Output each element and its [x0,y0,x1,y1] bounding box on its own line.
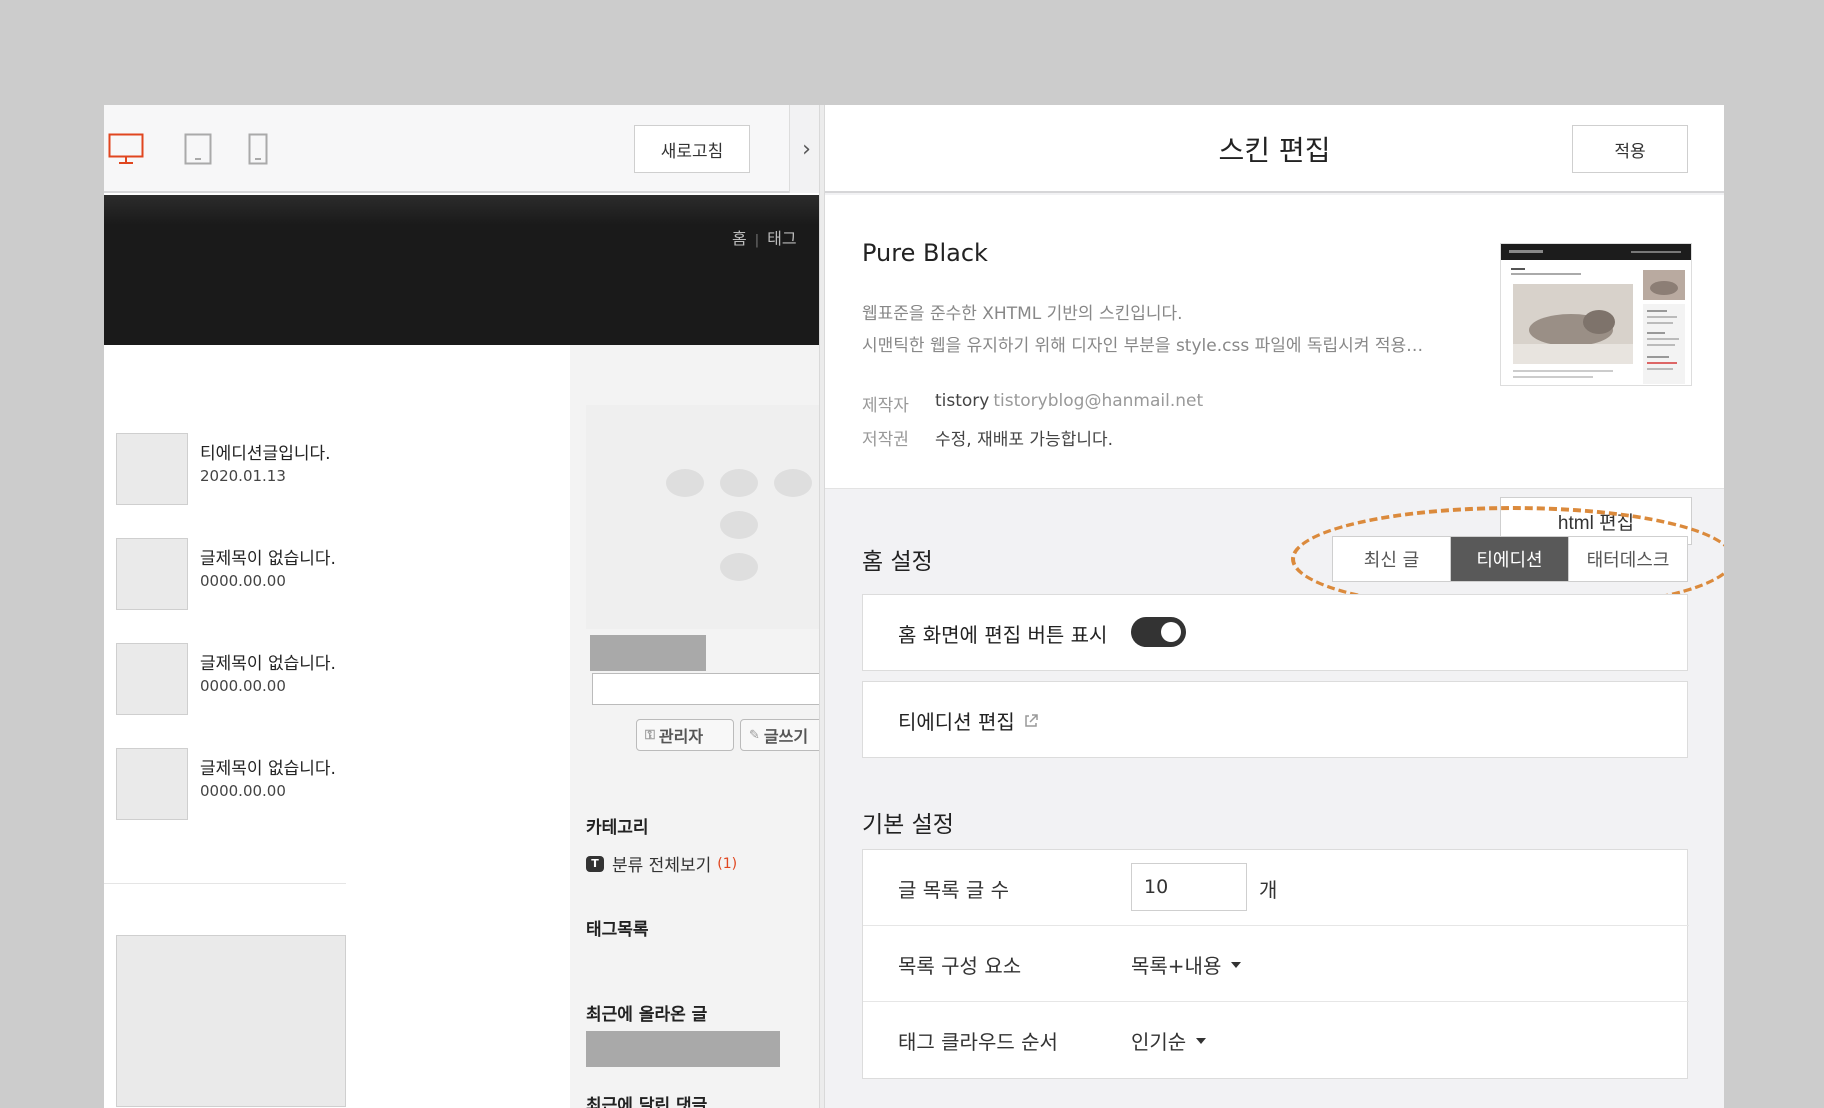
post-title: 글제목이 없습니다. [200,549,336,569]
tedition-edit-card[interactable]: 티에디션 편집 [862,681,1688,758]
key-icon: ⚿ [645,727,655,743]
skin-thumbnail [1500,243,1692,386]
list-components-label: 목록 구성 요소 [898,954,1022,978]
preview-toolbar: 새로고침 › [104,105,819,193]
blog-nav-home[interactable]: 홈 [732,229,747,248]
tistory-badge-icon: T [586,855,604,872]
refresh-button[interactable]: 새로고침 [634,125,750,173]
post-date: 0000.00.00 [200,782,286,800]
tag-cloud-order-select[interactable]: 인기순 [1131,1026,1207,1055]
pencil-icon: ✎ [749,727,760,743]
copyright-value: 수정, 재배포 가능합니다. [935,430,1114,450]
profile-area [586,405,819,629]
admin-button[interactable]: ⚿ 관리자 [636,719,734,751]
post-thumbnail [116,538,188,610]
home-option-tatterdesk[interactable]: 태터데스크 [1569,537,1687,581]
post-thumbnail [116,433,188,505]
list-components-select[interactable]: 목록+내용 [1131,950,1242,979]
post-title: 글제목이 없습니다. [200,759,336,779]
apply-button[interactable]: 적용 [1572,125,1688,173]
setting-row: 목록 구성 요소 목록+내용 [863,926,1689,1002]
blog-nav: 홈 | 태그 [732,229,797,248]
basic-settings-heading: 기본 설정 [862,812,954,838]
tablet-icon[interactable] [184,133,212,169]
home-type-selector: 최신 글 티에디션 태터데스크 [1332,536,1688,582]
skin-editor-window: 새로고침 › 홈 | 태그 티에디션글입니다. 2020.01.13 글제목이 없습… [104,105,1724,1108]
mobile-icon[interactable] [248,133,268,169]
tedition-edit-link[interactable]: 티에디션 편집 [898,706,1039,735]
settings-header: 스킨 편집 적용 [825,105,1724,193]
show-edit-button-label: 홈 화면에 편집 버튼 표시 [898,623,1108,647]
blog-header [104,195,819,345]
write-button[interactable]: ✎ 글쓰기 [740,719,819,751]
placeholder-block [586,1031,780,1067]
home-option-latest[interactable]: 최신 글 [1333,537,1451,581]
desktop-icon[interactable] [108,133,144,169]
post-thumbnail [116,748,188,820]
post-date: 2020.01.13 [200,467,286,485]
posts-per-page-unit: 개 [1259,878,1278,902]
home-option-tedition[interactable]: 티에디션 [1451,537,1569,581]
divider [104,883,346,884]
post-thumbnail [116,643,188,715]
posts-per-page-label: 글 목록 글 수 [898,878,1010,902]
show-edit-button-toggle[interactable] [1131,617,1186,647]
preview-panel: 새로고침 › 홈 | 태그 티에디션글입니다. 2020.01.13 글제목이 없습… [104,105,819,1108]
list-item[interactable]: 글제목이 없습니다. 0000.00.00 [116,643,446,717]
tags-heading: 태그목록 [586,920,649,940]
home-settings-heading: 홈 설정 [862,549,933,575]
blog-nav-tag[interactable]: 태그 [767,229,796,248]
author-value: tistory tistoryblog@hanmail.net [935,391,1204,411]
skin-name: Pure Black [862,239,988,267]
author-email: tistoryblog@hanmail.net [993,391,1204,411]
caret-down-icon [1231,961,1242,968]
recent-posts-heading: 최근에 올라온 글 [586,1005,708,1025]
chevron-right-icon[interactable]: › [789,105,819,193]
post-date: 0000.00.00 [200,677,286,695]
external-link-icon [1023,710,1039,734]
copyright-label: 저작권 [862,430,909,450]
list-item[interactable]: 글제목이 없습니다. 0000.00.00 [116,538,446,612]
list-item[interactable]: 티에디션글입니다. 2020.01.13 [116,433,446,507]
post-title: 티에디션글입니다. [200,444,331,464]
post-date: 0000.00.00 [200,572,286,590]
author-label: 제작자 [862,396,909,416]
tag-cloud-order-label: 태그 클라우드 순서 [898,1030,1058,1054]
placeholder-block [590,635,706,671]
skin-description: 웹표준을 준수한 XHTML 기반의 스킨입니다. [862,304,1183,324]
list-item[interactable]: 글제목이 없습니다. 0000.00.00 [116,748,446,822]
setting-row: 태그 클라우드 순서 인기순 [863,1002,1689,1078]
recent-comments-heading: 최근에 달린 댓글 [586,1096,708,1108]
post-title: 글제목이 없습니다. [200,654,336,674]
category-count: (1) [717,855,738,872]
skin-description: 시맨틱한 웹을 유지하기 위해 디자인 부분을 style.css 파일에 독립… [862,336,1424,356]
category-all-link[interactable]: T 분류 전체보기 (1) [586,851,737,876]
show-edit-button-card: 홈 화면에 편집 버튼 표시 [862,594,1688,671]
posts-per-page-input[interactable] [1131,863,1247,911]
post-thumbnail [116,935,346,1107]
search-input[interactable] [592,673,819,705]
setting-row: 글 목록 글 수 개 [863,850,1689,926]
caret-down-icon [1196,1037,1207,1044]
basic-settings-card: 글 목록 글 수 개 목록 구성 요소 목록+내용 태그 클라우드 순서 인기순 [862,849,1689,1079]
settings-panel: 스킨 편집 적용 Pure Black 웹표준을 준수한 XHTML 기반의 스… [825,105,1724,1108]
category-heading: 카테고리 [586,818,649,838]
